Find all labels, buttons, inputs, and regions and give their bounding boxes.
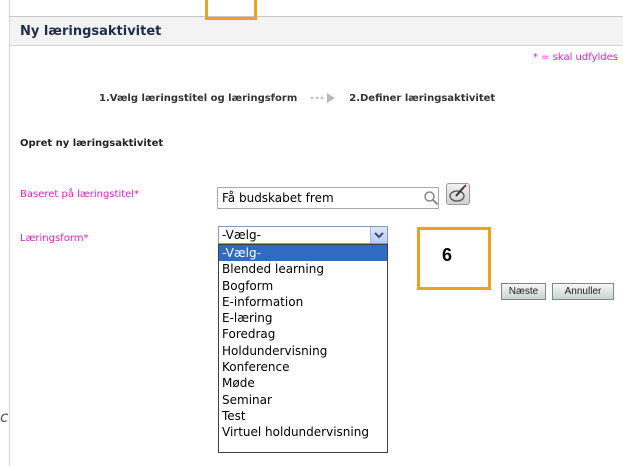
highlight-marker-top bbox=[205, 0, 257, 20]
chevron-down-icon[interactable] bbox=[370, 227, 387, 243]
option-item[interactable]: Foredrag bbox=[219, 326, 387, 342]
next-button[interactable]: Næste bbox=[501, 283, 546, 300]
search-icon[interactable] bbox=[423, 190, 439, 206]
option-item[interactable]: Bogform bbox=[219, 278, 387, 294]
option-item[interactable]: Blended learning bbox=[219, 261, 387, 277]
wizard-steps: 1.Vælg læringstitel og læringsform 2.Def… bbox=[99, 90, 495, 106]
header-bar: Ny læringsaktivitet bbox=[10, 17, 623, 46]
learning-form-select[interactable]: -Vælg- bbox=[218, 226, 388, 244]
step-1-label: 1.Vælg læringstitel og læringsform bbox=[99, 92, 298, 104]
option-item[interactable]: Holdundervisning bbox=[219, 343, 387, 359]
option-item[interactable]: Test bbox=[219, 408, 387, 424]
required-note: * = skal udfyldes bbox=[532, 52, 618, 63]
edit-icon[interactable] bbox=[446, 183, 470, 205]
section-title: Opret ny læringsaktivitet bbox=[20, 138, 164, 149]
cancel-button[interactable]: Annuller bbox=[552, 283, 614, 300]
page-title: Ny læringsaktivitet bbox=[20, 24, 162, 39]
basis-label: Baseret på læringstitel* bbox=[20, 189, 140, 200]
form-label: Læringsform* bbox=[20, 233, 89, 244]
option-item[interactable]: Virtuel holdundervisning bbox=[219, 424, 387, 440]
learning-form-selected: -Vælg- bbox=[222, 228, 261, 242]
step-callout: 6 bbox=[417, 227, 491, 290]
option-item[interactable]: -Vælg- bbox=[219, 245, 387, 262]
option-item[interactable]: E-læring bbox=[219, 310, 387, 326]
step-2-label: 2.Definer læringsaktivitet bbox=[349, 92, 496, 104]
learning-title-value: Få budskabet frem bbox=[222, 191, 334, 205]
option-item[interactable]: Møde bbox=[219, 375, 387, 391]
page-border bbox=[9, 0, 10, 466]
learning-title-field[interactable]: Få budskabet frem bbox=[217, 187, 439, 209]
truncated-text-fragment: c bbox=[0, 408, 9, 426]
callout-number: 6 bbox=[442, 245, 453, 265]
option-item[interactable]: Seminar bbox=[219, 392, 387, 408]
step-arrow-icon bbox=[309, 92, 341, 104]
option-item[interactable]: E-information bbox=[219, 294, 387, 310]
option-item[interactable]: Konference bbox=[219, 359, 387, 375]
learning-form-options: -Vælg- Blended learning Bogform E-inform… bbox=[218, 244, 388, 453]
